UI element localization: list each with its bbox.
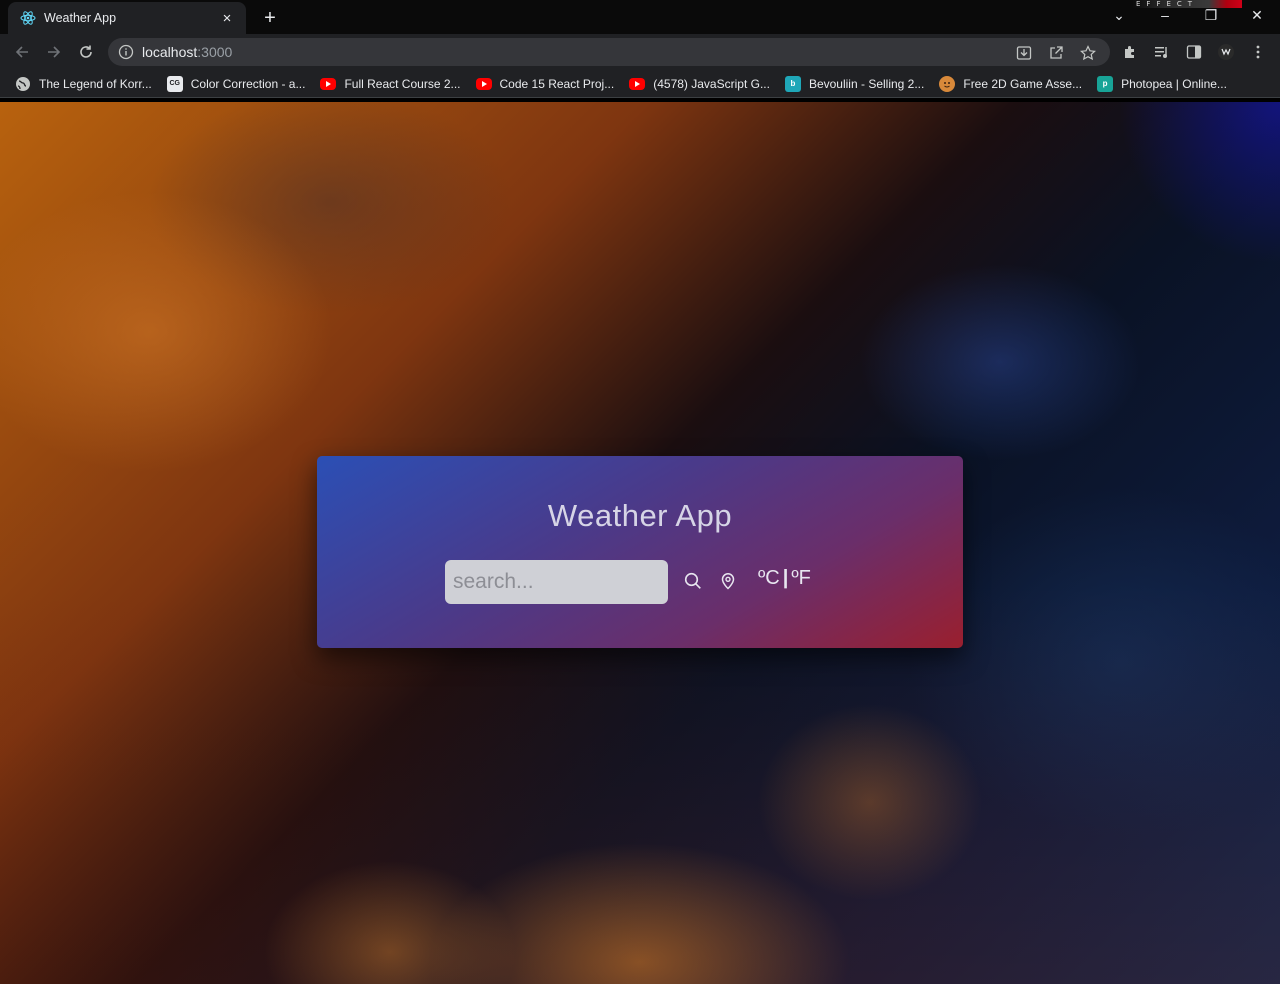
browser-toolbar: localhost:3000: [0, 34, 1280, 70]
minimize-button[interactable]: –: [1151, 4, 1179, 26]
reload-icon[interactable]: [74, 40, 98, 64]
bookmark-item[interactable]: p Photopea | Online...: [1090, 72, 1234, 96]
side-panel-icon[interactable]: [1185, 43, 1203, 61]
tab-close-icon[interactable]: ×: [218, 9, 236, 27]
restore-button[interactable]: ❐: [1197, 4, 1225, 26]
extensions-icon[interactable]: [1121, 43, 1139, 61]
unit-separator: |: [782, 567, 789, 589]
brand-logo: EFFECT: [1132, 0, 1242, 8]
bookmark-item[interactable]: Free 2D Game Asse...: [932, 72, 1089, 96]
bookmark-item[interactable]: Code 15 React Proj...: [469, 72, 622, 96]
forward-icon[interactable]: [42, 40, 66, 64]
bookmark-label: Bevouliin - Selling 2...: [808, 76, 925, 91]
youtube-icon: [629, 77, 646, 90]
bookmark-label: Color Correction - a...: [190, 76, 306, 91]
bookmark-label: Photopea | Online...: [1121, 76, 1227, 91]
new-tab-button[interactable]: +: [258, 6, 282, 30]
back-icon[interactable]: [10, 40, 34, 64]
bookmark-item[interactable]: The Legend of Korr...: [8, 72, 159, 96]
youtube-icon: [475, 77, 492, 90]
search-icon: [684, 572, 702, 590]
weather-card: Weather App ºC | ºF: [317, 456, 963, 648]
close-window-button[interactable]: ✕: [1243, 4, 1271, 26]
url-port: :3000: [197, 44, 233, 60]
profile-avatar-icon[interactable]: [1217, 43, 1235, 61]
bookmark-item[interactable]: b Bevouliin - Selling 2...: [778, 72, 931, 96]
cg-icon: CG: [166, 75, 183, 92]
url-host: localhost: [142, 44, 198, 60]
install-app-icon[interactable]: [1015, 44, 1033, 62]
game-asset-icon: [939, 75, 956, 92]
bookmark-star-icon[interactable]: [1079, 44, 1097, 62]
bookmark-label: The Legend of Korr...: [39, 76, 152, 91]
youtube-icon: [320, 77, 337, 90]
bevouliin-icon: b: [784, 75, 801, 92]
bookmark-label: (4578) JavaScript G...: [653, 76, 770, 91]
search-button[interactable]: [682, 570, 704, 592]
bookmark-item[interactable]: CG Color Correction - a...: [160, 72, 313, 96]
browser-titlebar: Weather App × + EFFECT ⌄ – ❐ ✕: [0, 0, 1280, 34]
bookmark-item[interactable]: Full React Course 2...: [313, 72, 467, 96]
tab-title: Weather App: [44, 11, 117, 25]
bookmark-label: Full React Course 2...: [344, 76, 461, 91]
media-control-icon[interactable]: [1153, 43, 1171, 61]
browser-tab-active[interactable]: Weather App ×: [8, 2, 246, 34]
photopea-icon: p: [1097, 75, 1114, 92]
tab-search-icon[interactable]: ⌄: [1105, 4, 1133, 26]
page-background: Weather App ºC | ºF: [0, 102, 1280, 984]
globe-icon: [15, 76, 31, 92]
bookmarks-bar: The Legend of Korr... CG Color Correctio…: [0, 70, 1280, 98]
address-bar[interactable]: localhost:3000: [108, 38, 1110, 66]
share-icon[interactable]: [1047, 44, 1065, 62]
bookmark-label: Free 2D Game Asse...: [963, 76, 1083, 91]
location-button[interactable]: [717, 570, 739, 592]
fahrenheit-button[interactable]: ºF: [791, 567, 811, 590]
celsius-button[interactable]: ºC: [758, 567, 780, 590]
location-pin-icon: [720, 572, 736, 590]
page-title: Weather App: [547, 498, 733, 533]
site-info-icon[interactable]: [118, 44, 134, 60]
search-input[interactable]: [445, 560, 668, 604]
unit-toggle: ºC | ºF: [758, 567, 811, 590]
bookmark-label: Code 15 React Proj...: [499, 76, 615, 91]
bookmark-item[interactable]: (4578) JavaScript G...: [622, 72, 777, 96]
react-icon: [20, 10, 36, 26]
menu-kebab-icon[interactable]: [1249, 43, 1267, 61]
